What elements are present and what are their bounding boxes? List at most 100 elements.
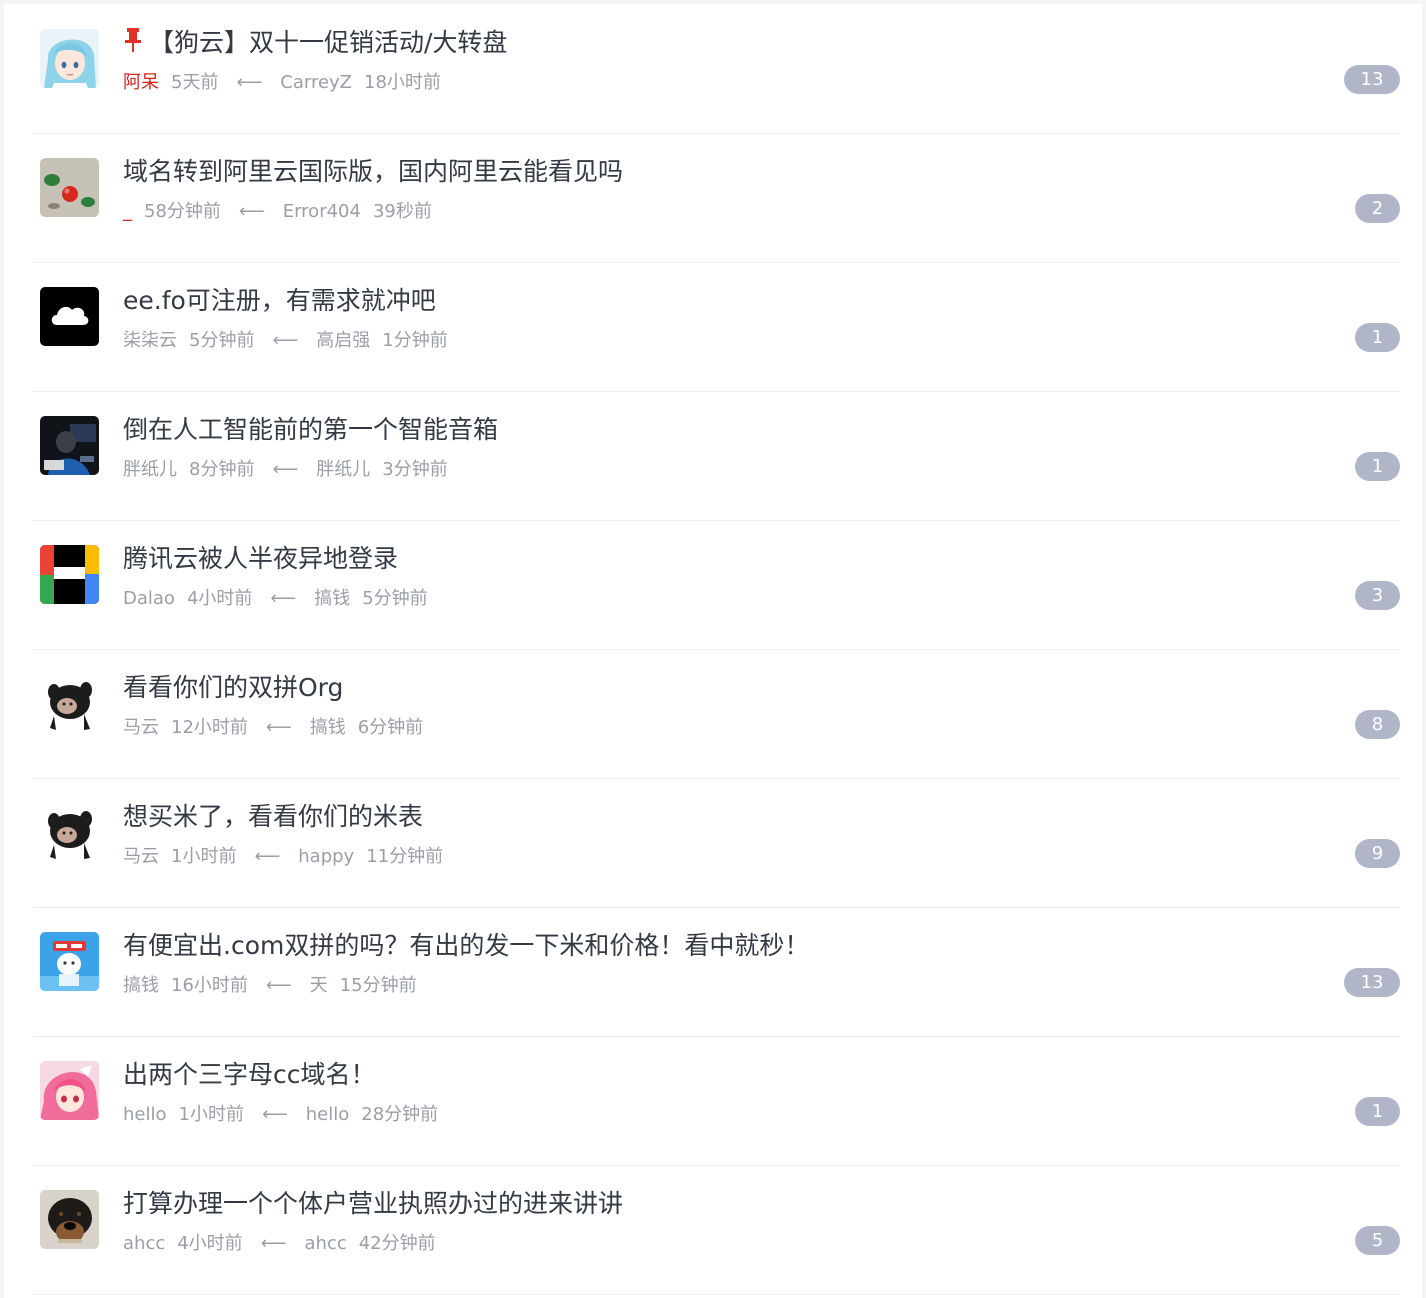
last-reply-arrow-icon: ⟵: [238, 201, 265, 222]
post-time: 1小时前: [178, 1104, 244, 1125]
last-reply-time: 11分钟前: [366, 846, 444, 867]
author-link[interactable]: ahcc: [123, 1233, 165, 1254]
red-ball-avatar[interactable]: [40, 158, 99, 217]
topic-row: ee.fo可注册，有需求就冲吧 柒柒云 5分钟前 ⟵ 高启强 1分钟前 1: [33, 262, 1400, 392]
last-reply-user-link[interactable]: ahcc: [305, 1233, 347, 1254]
topic-meta: hello 1小时前 ⟵ hello 28分钟前: [123, 1102, 438, 1128]
last-reply-user-link[interactable]: 搞钱: [310, 717, 346, 738]
pink-hair-girl-avatar[interactable]: [40, 1061, 99, 1120]
rottweiler-dog-avatar[interactable]: [40, 1190, 99, 1249]
reply-count-badge[interactable]: 1: [1355, 452, 1400, 481]
topic-row: 出两个三字母cc域名！ hello 1小时前 ⟵ hello 28分钟前 1: [33, 1036, 1400, 1166]
post-time: 5分钟前: [189, 330, 255, 351]
last-reply-time: 28分钟前: [361, 1104, 439, 1125]
last-reply-user-link[interactable]: CarreyZ: [280, 72, 352, 93]
author-link[interactable]: 胖纸儿: [123, 459, 177, 480]
topic-meta: 搞钱 16小时前 ⟵ 天 15分钟前: [123, 973, 417, 999]
post-time: 4小时前: [177, 1233, 243, 1254]
last-reply-time: 6分钟前: [357, 717, 424, 738]
author-link[interactable]: 阿呆: [123, 72, 159, 93]
pushpin-icon: [125, 28, 141, 52]
cartoon-character-avatar[interactable]: [40, 932, 99, 991]
topic-title[interactable]: 看看你们的双拼Org: [123, 671, 343, 705]
topic-title[interactable]: 出两个三字母cc域名！: [123, 1058, 376, 1092]
last-reply-user-link[interactable]: 胖纸儿: [316, 459, 370, 480]
topic-title[interactable]: 腾讯云被人半夜异地登录: [123, 542, 398, 576]
reply-count-badge[interactable]: 9: [1355, 839, 1400, 868]
topic-row: 打算办理一个个体户营业执照办过的进来讲讲 ahcc 4小时前 ⟵ ahcc 42分钟前 …: [33, 1165, 1400, 1295]
reply-count-badge[interactable]: 5: [1355, 1226, 1400, 1255]
last-reply-user-link[interactable]: 高启强: [316, 330, 370, 351]
topic-title-text: 【狗云】双十一促销活动/大转盘: [149, 28, 508, 57]
author-link[interactable]: 柒柒云: [123, 330, 177, 351]
last-reply-arrow-icon: ⟵: [265, 975, 292, 996]
topic-row: 域名转到阿里云国际版，国内阿里云能看见吗 _ 58分钟前 ⟵ Error404 39秒前…: [33, 133, 1400, 263]
last-reply-user-link[interactable]: 天: [310, 975, 328, 996]
last-reply-user-link[interactable]: 搞钱: [314, 588, 350, 609]
author-link[interactable]: 搞钱: [123, 975, 159, 996]
author-link[interactable]: 马云: [123, 846, 159, 867]
topic-row: 腾讯云被人半夜异地登录 Dalao 4小时前 ⟵ 搞钱 5分钟前 3: [33, 520, 1400, 650]
topic-meta: _ 58分钟前 ⟵ Error404 39秒前: [123, 199, 432, 225]
post-time: 1小时前: [171, 846, 237, 867]
topic-title[interactable]: 想买米了，看看你们的米表: [123, 800, 423, 834]
last-reply-arrow-icon: ⟵: [272, 459, 299, 480]
topic-meta: ahcc 4小时前 ⟵ ahcc 42分钟前: [123, 1231, 436, 1257]
topic-title[interactable]: 有便宜出.com双拼的吗？有出的发一下米和价格！看中就秒！: [123, 929, 809, 963]
topic-meta: 胖纸儿 8分钟前 ⟵ 胖纸儿 3分钟前: [123, 457, 448, 483]
topic-list: 【狗云】双十一促销活动/大转盘 阿呆 5天前 ⟵ CarreyZ 18小时前 13 域名…: [4, 4, 1422, 1298]
topic-title[interactable]: 打算办理一个个体户营业执照办过的进来讲讲: [123, 1187, 623, 1221]
topic-title[interactable]: 倒在人工智能前的第一个智能音箱: [123, 413, 498, 447]
post-time: 16小时前: [171, 975, 248, 996]
dog-meme-avatar[interactable]: [40, 674, 99, 733]
last-reply-user-link[interactable]: hello: [306, 1104, 350, 1125]
reply-count-badge[interactable]: 2: [1355, 194, 1400, 223]
last-reply-time: 18小时前: [364, 72, 441, 93]
color-blocks-logo-avatar[interactable]: [40, 545, 99, 604]
author-link[interactable]: Dalao: [123, 588, 175, 609]
last-reply-time: 42分钟前: [358, 1233, 436, 1254]
post-time: 12小时前: [171, 717, 248, 738]
topic-meta: 柒柒云 5分钟前 ⟵ 高启强 1分钟前: [123, 328, 448, 354]
last-reply-arrow-icon: ⟵: [260, 1233, 287, 1254]
reply-count-badge[interactable]: 13: [1344, 968, 1400, 997]
topic-row: 想买米了，看看你们的米表 马云 1小时前 ⟵ happy 11分钟前 9: [33, 778, 1400, 908]
dog-meme-avatar[interactable]: [40, 803, 99, 862]
reply-count-badge[interactable]: 8: [1355, 710, 1400, 739]
last-reply-user-link[interactable]: Error404: [283, 201, 361, 222]
reply-count-badge[interactable]: 13: [1344, 65, 1400, 94]
last-reply-arrow-icon: ⟵: [265, 717, 292, 738]
reply-count-badge[interactable]: 1: [1355, 323, 1400, 352]
last-reply-arrow-icon: ⟵: [261, 1104, 288, 1125]
last-reply-time: 1分钟前: [382, 330, 448, 351]
dark-photo-avatar[interactable]: [40, 416, 99, 475]
reply-count-badge[interactable]: 1: [1355, 1097, 1400, 1126]
topic-row: 【狗云】双十一促销活动/大转盘 阿呆 5天前 ⟵ CarreyZ 18小时前 13: [33, 4, 1400, 134]
topic-row: 看看你们的双拼Org 马云 12小时前 ⟵ 搞钱 6分钟前 8: [33, 649, 1400, 779]
topic-meta: 马云 12小时前 ⟵ 搞钱 6分钟前: [123, 715, 423, 741]
author-link[interactable]: hello: [123, 1104, 167, 1125]
topic-title[interactable]: 【狗云】双十一促销活动/大转盘: [123, 26, 507, 60]
last-reply-time: 5分钟前: [362, 588, 428, 609]
last-reply-arrow-icon: ⟵: [270, 588, 297, 609]
last-reply-time: 3分钟前: [382, 459, 448, 480]
last-reply-arrow-icon: ⟵: [272, 330, 299, 351]
reply-count-badge[interactable]: 3: [1355, 581, 1400, 610]
author-link[interactable]: 马云: [123, 717, 159, 738]
last-reply-user-link[interactable]: happy: [298, 846, 354, 867]
last-reply-time: 15分钟前: [339, 975, 417, 996]
topic-row: 倒在人工智能前的第一个智能音箱 胖纸儿 8分钟前 ⟵ 胖纸儿 3分钟前 1: [33, 391, 1400, 521]
post-time: 8分钟前: [189, 459, 255, 480]
anime-girl-avatar[interactable]: [40, 29, 99, 88]
topic-meta: 马云 1小时前 ⟵ happy 11分钟前: [123, 844, 443, 870]
cloud-logo-avatar[interactable]: [40, 287, 99, 346]
topic-title[interactable]: ee.fo可注册，有需求就冲吧: [123, 284, 436, 318]
author-link[interactable]: _: [123, 201, 132, 222]
last-reply-arrow-icon: ⟵: [254, 846, 281, 867]
topic-title[interactable]: 域名转到阿里云国际版，国内阿里云能看见吗: [123, 155, 623, 189]
post-time: 4小时前: [186, 588, 253, 609]
topic-row: 有便宜出.com双拼的吗？有出的发一下米和价格！看中就秒！ 搞钱 16小时前 ⟵ 天 1…: [33, 907, 1400, 1037]
topic-meta: 阿呆 5天前 ⟵ CarreyZ 18小时前: [123, 70, 441, 96]
post-time: 58分钟前: [144, 201, 221, 222]
last-reply-time: 39秒前: [372, 201, 432, 222]
